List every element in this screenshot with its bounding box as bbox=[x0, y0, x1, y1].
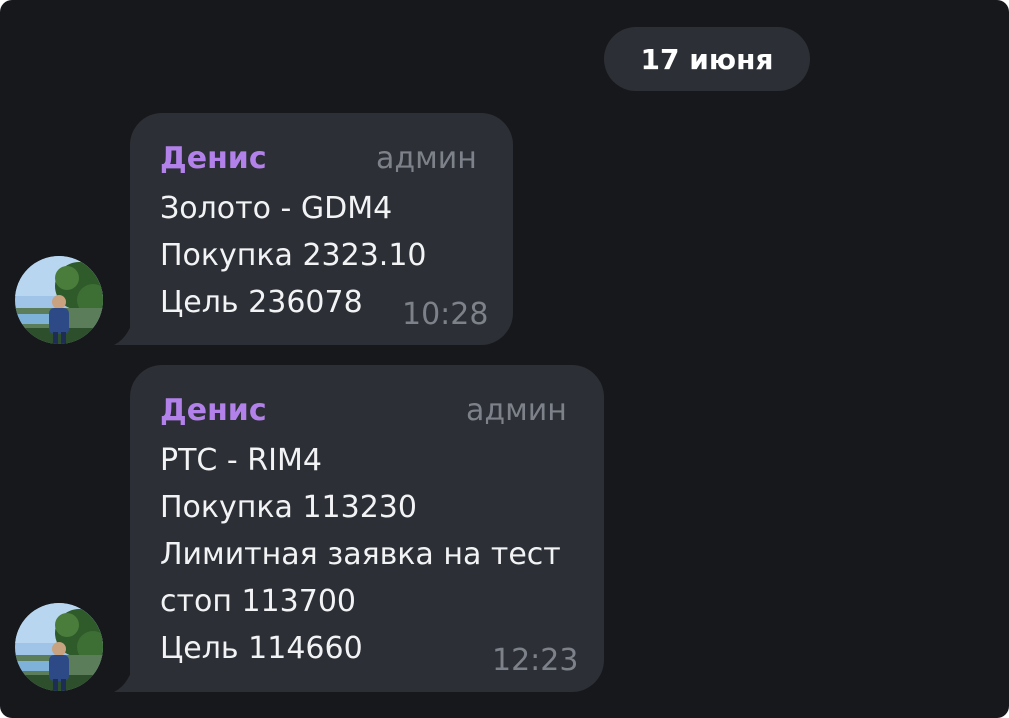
date-label: 17 июня bbox=[640, 42, 774, 76]
message-line: Лимитная заявка на тест bbox=[160, 537, 561, 572]
message-line: Покупка 113230 bbox=[160, 490, 417, 525]
message-timestamp: 12:23 bbox=[492, 643, 579, 678]
avatar-photo-icon bbox=[15, 256, 103, 344]
avatar-photo-icon bbox=[15, 603, 103, 691]
message-bubble[interactable]: Денис админ Золото - GDM4 Покупка 2323.1… bbox=[114, 113, 513, 345]
sender-avatar[interactable] bbox=[15, 256, 103, 344]
sender-role-badge: админ bbox=[376, 141, 477, 176]
message-line: стоп 113700 bbox=[160, 584, 356, 619]
message-text: Золото - GDM4 Покупка 2323.10 Цель 23607… bbox=[160, 185, 427, 326]
bubble-tail-shape bbox=[114, 670, 132, 692]
sender-name[interactable]: Денис bbox=[160, 393, 267, 429]
message-text: РТС - RIM4 Покупка 113230 Лимитная заявк… bbox=[160, 437, 561, 672]
bubble-tail-shape bbox=[114, 323, 132, 345]
sender-name[interactable]: Денис bbox=[160, 141, 267, 177]
message-timestamp: 10:28 bbox=[402, 297, 489, 332]
message-bubble[interactable]: Денис админ РТС - RIM4 Покупка 113230 Ли… bbox=[114, 365, 604, 692]
sender-role-badge: админ bbox=[466, 393, 567, 428]
sender-avatar[interactable] bbox=[15, 603, 103, 691]
message-line: Покупка 2323.10 bbox=[160, 238, 427, 273]
chat-view: 17 июня Денис админ Золото - GDM4 Покупк… bbox=[0, 0, 1009, 718]
message-line: Золото - GDM4 bbox=[160, 191, 393, 226]
message-line: Цель 236078 bbox=[160, 285, 363, 320]
message-line: РТС - RIM4 bbox=[160, 443, 322, 478]
date-separator: 17 июня bbox=[604, 27, 810, 91]
